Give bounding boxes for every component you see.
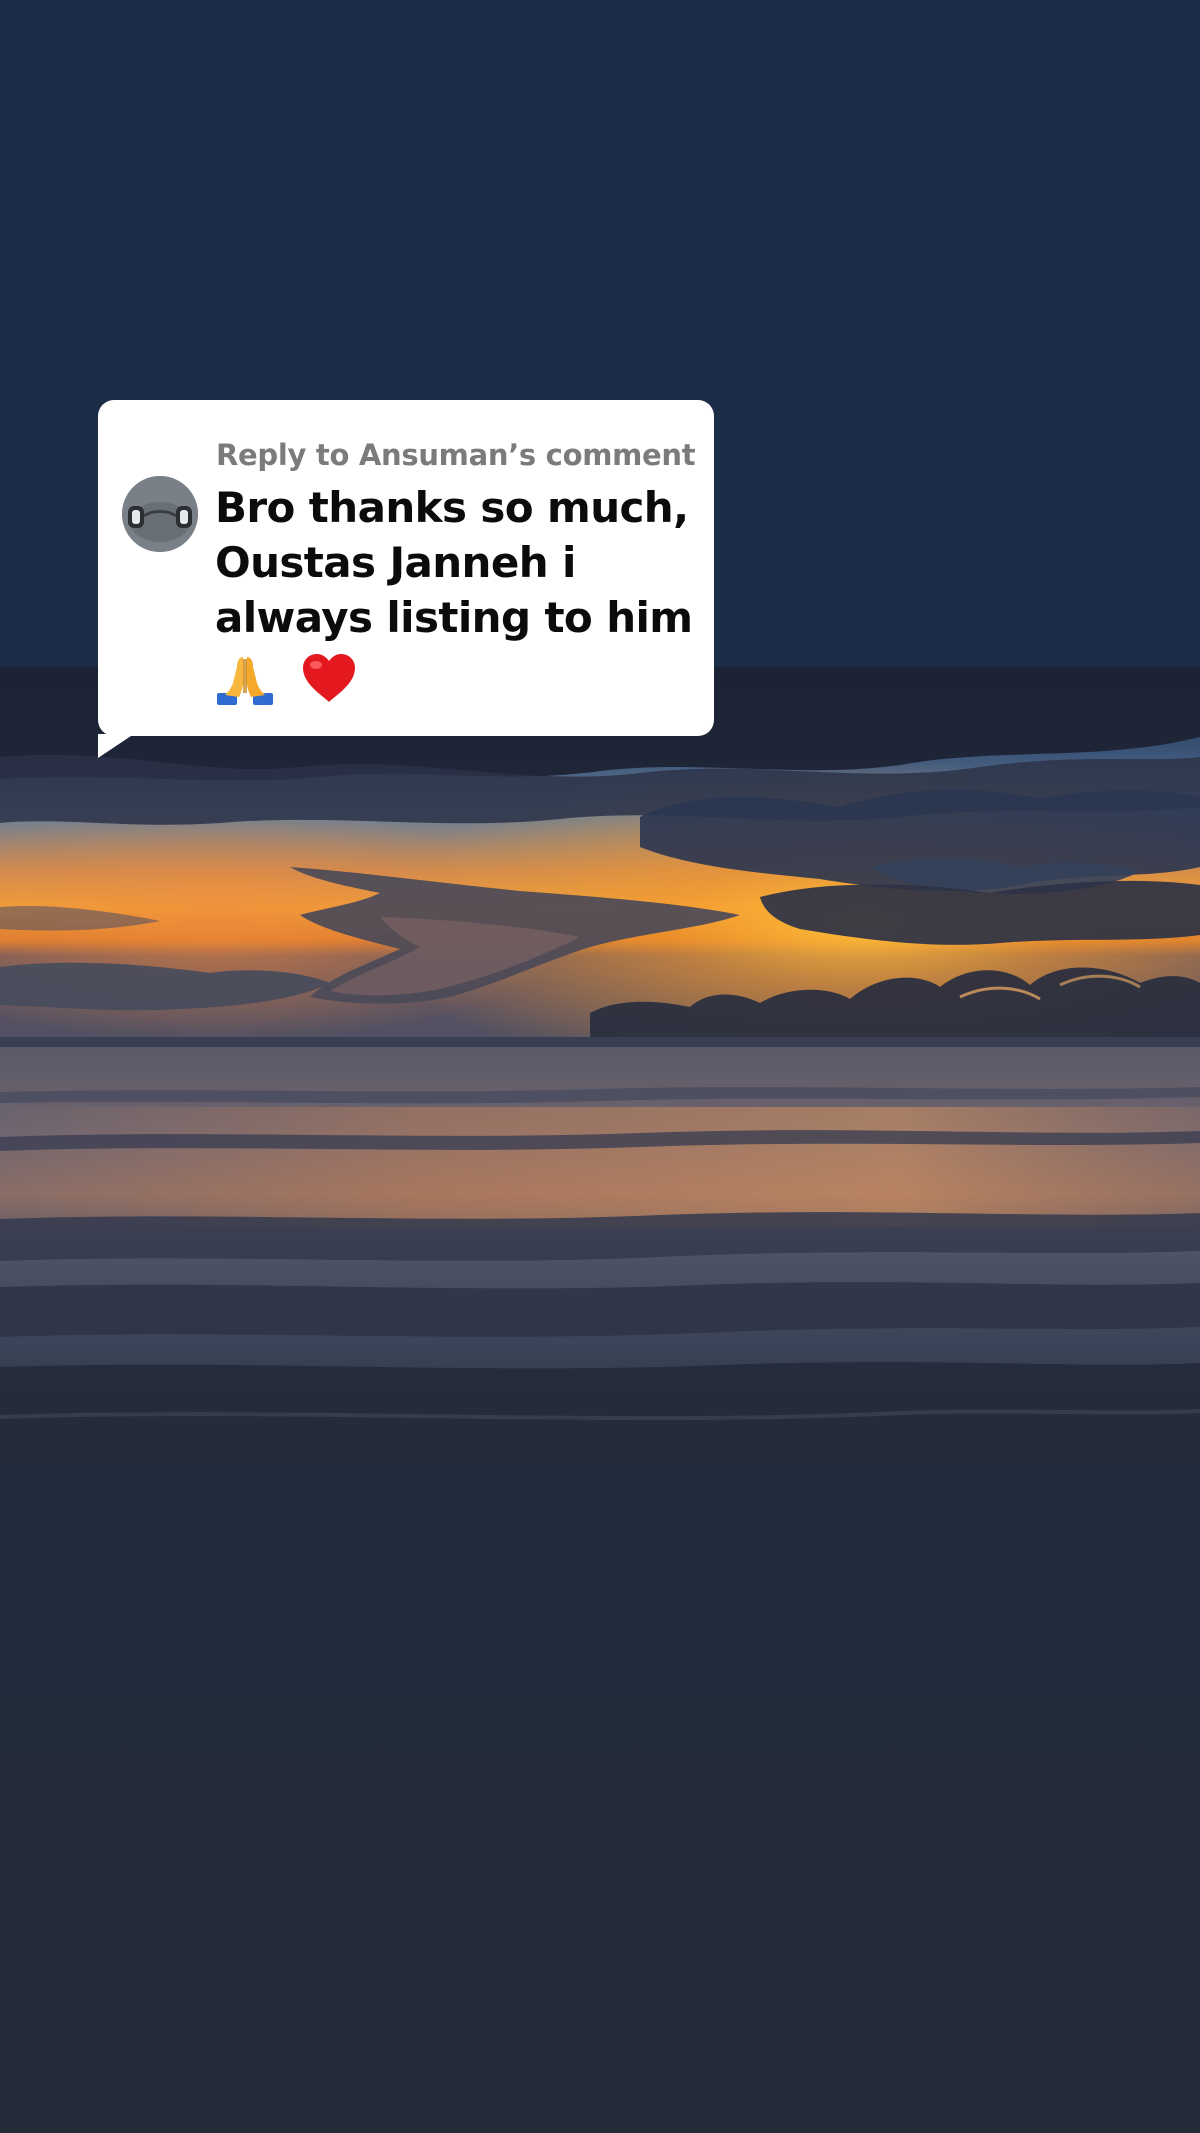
sunset-ocean-scene <box>0 667 1200 1467</box>
comment-line-1: Bro thanks so much, <box>215 483 689 532</box>
red-heart-emoji-icon <box>301 652 357 704</box>
reply-to-label: Reply to Ansuman’s comment <box>216 438 696 472</box>
bubble-tail <box>98 734 134 758</box>
commenter-avatar-image <box>122 476 198 552</box>
pray-emoji-icon <box>215 653 275 707</box>
comment-line-3: always listing to him <box>215 593 693 642</box>
comment-text: Bro thanks so much, Oustas Janneh i alwa… <box>215 480 705 705</box>
reply-comment-bubble[interactable]: Reply to Ansuman’s comment Bro thanks so… <box>98 400 714 758</box>
bottom-backdrop <box>0 1467 1200 2133</box>
avatar[interactable] <box>122 476 198 552</box>
comment-line-2: Oustas Janneh i <box>215 538 576 587</box>
video-frame[interactable] <box>0 667 1200 1467</box>
comment-emoji-row <box>215 645 705 705</box>
